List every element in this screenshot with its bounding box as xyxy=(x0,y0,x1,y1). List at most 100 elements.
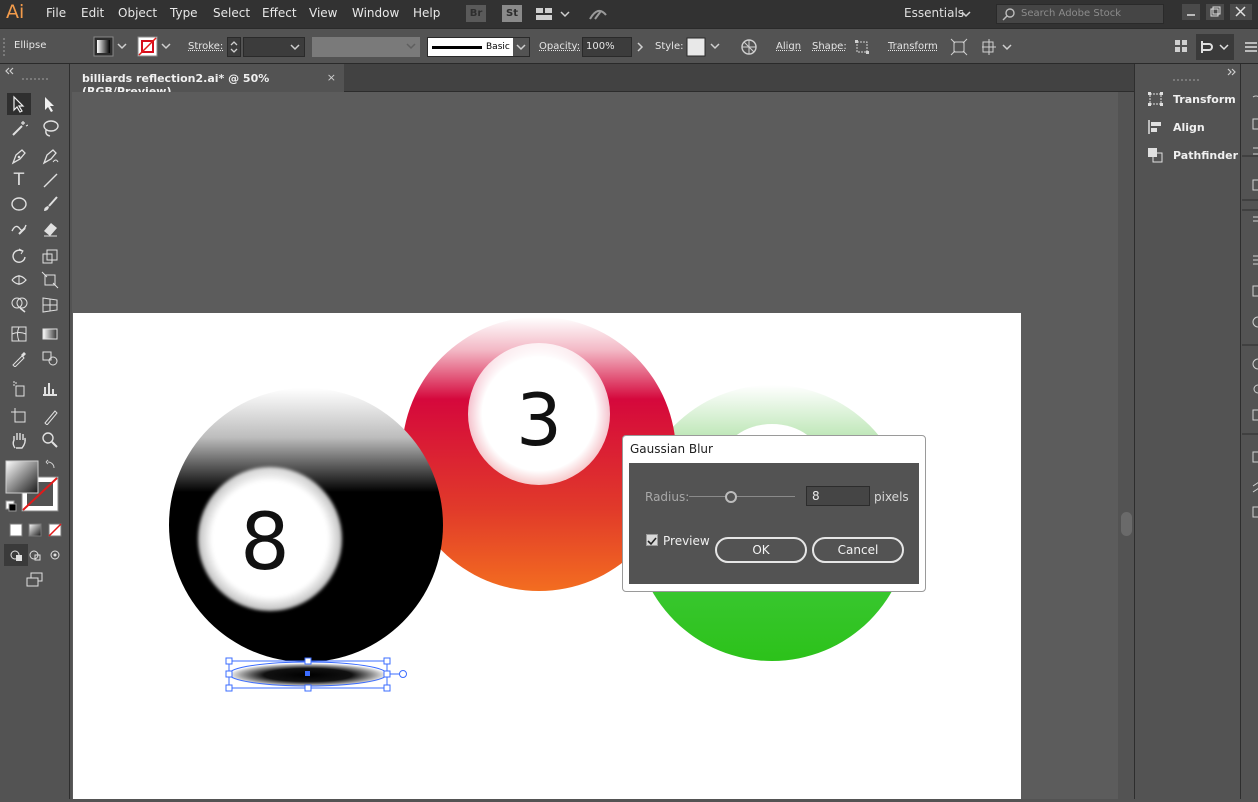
close-tab-icon[interactable]: × xyxy=(327,71,336,84)
preview-label[interactable]: Preview xyxy=(663,534,710,548)
gradient-tool[interactable] xyxy=(38,323,62,345)
direct-selection-tool[interactable] xyxy=(38,93,62,115)
menu-edit[interactable]: Edit xyxy=(81,6,104,20)
menu-object[interactable]: Object xyxy=(118,6,157,20)
vertical-scrollbar[interactable] xyxy=(1118,92,1134,799)
symbol-sprayer-tool[interactable] xyxy=(7,377,31,399)
paintbrush-icon xyxy=(44,196,58,211)
perspective-grid-icon xyxy=(42,297,58,313)
width-tool[interactable] xyxy=(7,269,31,291)
shadow-ellipse[interactable] xyxy=(225,657,407,692)
stroke-weight-stepper[interactable] xyxy=(227,37,241,57)
search-stock-input[interactable]: Search Adobe Stock xyxy=(996,4,1164,24)
ok-button[interactable]: OK xyxy=(715,537,807,563)
document-tab[interactable]: billiards reflection2.ai* @ 50% (RGB/Pre… xyxy=(72,64,344,98)
menu-help[interactable]: Help xyxy=(413,6,440,20)
stroke-weight-input[interactable] xyxy=(243,37,305,57)
pathfinder-icon xyxy=(1148,148,1163,163)
line-segment-tool[interactable] xyxy=(38,169,62,191)
graphic-style-dropdown[interactable] xyxy=(686,37,724,57)
slice-tool[interactable] xyxy=(38,405,62,427)
isolate-group-icon[interactable] xyxy=(981,38,1015,56)
type-tool[interactable]: T xyxy=(7,169,31,191)
magic-wand-tool[interactable] xyxy=(7,117,31,139)
tools-panel: T xyxy=(0,64,70,799)
hand-tool[interactable] xyxy=(7,429,31,451)
eyedropper-tool[interactable] xyxy=(7,347,31,369)
arrange-documents-icon[interactable] xyxy=(535,5,575,22)
blend-tool[interactable] xyxy=(38,347,62,369)
ball-8-number: 8 xyxy=(240,498,290,588)
shape-builder-tool[interactable] xyxy=(7,293,31,315)
transform-link[interactable]: Transform xyxy=(888,41,938,52)
recolor-artwork-icon[interactable] xyxy=(740,38,758,56)
preview-checkbox[interactable] xyxy=(646,534,658,546)
panel-align[interactable]: Align xyxy=(1147,118,1205,136)
variable-width-profile-dropdown[interactable] xyxy=(312,37,420,57)
expand-panels-icon[interactable] xyxy=(1227,68,1237,76)
ball-8[interactable]: 8 xyxy=(169,388,443,662)
stock-button[interactable]: St xyxy=(502,5,522,22)
transform-each-icon[interactable] xyxy=(950,38,968,56)
screen-mode-button[interactable] xyxy=(22,569,46,591)
collapsed-panel-icons[interactable] xyxy=(1241,64,1258,799)
radius-input[interactable]: 8 xyxy=(806,486,870,506)
shape-link[interactable]: Shape: xyxy=(812,41,847,52)
selection-tool[interactable] xyxy=(7,93,31,115)
slider-knob[interactable] xyxy=(725,491,737,503)
hamburger-menu-icon[interactable] xyxy=(1244,40,1258,54)
draw-inside-button[interactable] xyxy=(43,544,67,566)
panel-pathfinder[interactable]: Pathfinder xyxy=(1147,146,1238,164)
collapse-toolbar-icon[interactable] xyxy=(4,67,14,75)
ellipse-tool[interactable] xyxy=(7,193,31,215)
lasso-tool[interactable] xyxy=(38,117,62,139)
scrollbar-thumb[interactable] xyxy=(1121,512,1132,536)
zoom-tool[interactable] xyxy=(38,429,62,451)
slider-track xyxy=(689,496,795,497)
shape-bounds-icon[interactable] xyxy=(854,39,870,55)
column-graph-tool[interactable] xyxy=(38,377,62,399)
free-transform-tool[interactable] xyxy=(38,269,62,291)
curvature-pen-icon xyxy=(42,149,59,165)
arrange-icon[interactable] xyxy=(1173,38,1189,54)
menu-select[interactable]: Select xyxy=(213,6,250,20)
stroke-swatch-dropdown[interactable] xyxy=(137,36,174,57)
brush-definition-dropdown[interactable]: Basic xyxy=(427,37,530,57)
mesh-tool[interactable] xyxy=(7,323,31,345)
bridge-button[interactable]: Br xyxy=(466,5,486,22)
panel-transform[interactable]: Transform xyxy=(1147,90,1236,108)
opacity-label[interactable]: Opacity: xyxy=(539,41,580,52)
eraser-tool[interactable] xyxy=(38,217,62,239)
pie-widget-handle[interactable] xyxy=(399,670,407,678)
paintbrush-tool[interactable] xyxy=(38,193,62,215)
scale-tool[interactable] xyxy=(38,245,62,267)
stroke-label[interactable]: Stroke: xyxy=(188,41,223,52)
gradient-icon xyxy=(42,328,58,340)
menu-view[interactable]: View xyxy=(309,6,337,20)
cancel-button[interactable]: Cancel xyxy=(812,537,904,563)
radius-slider[interactable] xyxy=(689,489,797,505)
workspace-switcher[interactable]: Essentials xyxy=(893,5,975,23)
chevron-right-icon[interactable] xyxy=(636,42,644,52)
none-mode-button[interactable] xyxy=(43,519,67,541)
menu-effect[interactable]: Effect xyxy=(262,6,297,20)
style-label: Style: xyxy=(655,41,684,52)
perspective-grid-tool[interactable] xyxy=(38,293,62,315)
pen-tool[interactable] xyxy=(7,145,31,167)
menu-window[interactable]: Window xyxy=(352,6,399,20)
artwork: 3 8 xyxy=(169,317,910,692)
fill-swatch-dropdown[interactable] xyxy=(93,36,130,57)
menu-type[interactable]: Type xyxy=(170,6,198,20)
menu-file[interactable]: File xyxy=(46,6,66,20)
type-icon: T xyxy=(13,170,25,190)
fill-stroke-swatches[interactable] xyxy=(4,459,64,514)
canvas[interactable]: 3 8 xyxy=(72,92,1118,799)
curvature-tool[interactable] xyxy=(38,145,62,167)
align-link[interactable]: Align xyxy=(776,41,801,52)
shaper-tool[interactable] xyxy=(7,217,31,239)
panel-options-button[interactable] xyxy=(1196,34,1234,60)
gpu-performance-icon[interactable] xyxy=(587,5,609,22)
rotate-tool[interactable] xyxy=(7,245,31,267)
artboard-tool[interactable] xyxy=(7,405,31,427)
opacity-input[interactable]: 100% xyxy=(582,37,632,57)
